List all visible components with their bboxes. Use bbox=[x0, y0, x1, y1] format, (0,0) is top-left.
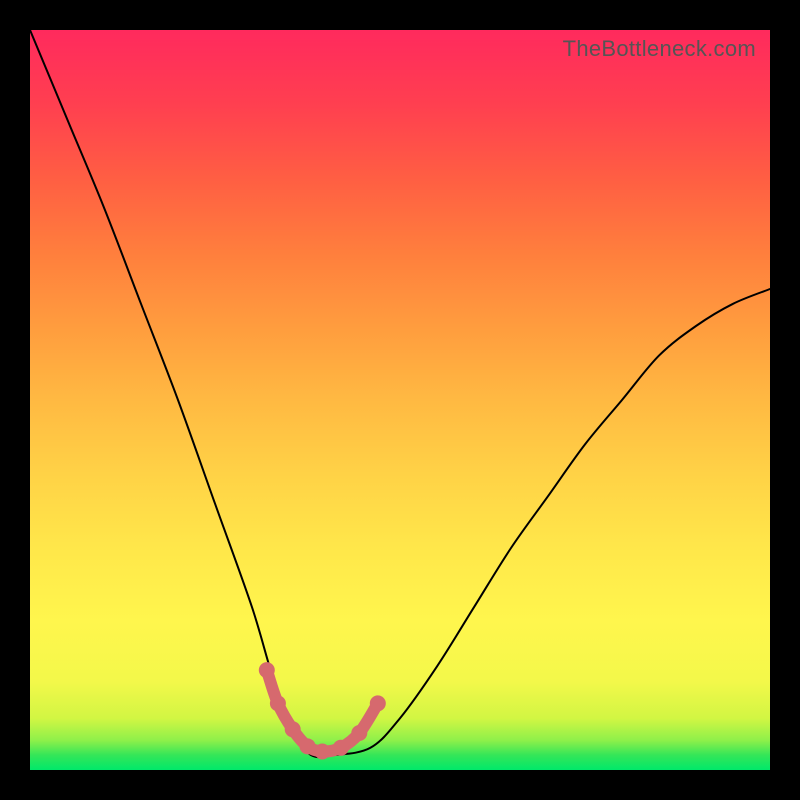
highlight-dot bbox=[270, 695, 286, 711]
highlight-dot bbox=[370, 695, 386, 711]
bottleneck-curve-path bbox=[30, 30, 770, 757]
highlight-dot bbox=[333, 740, 349, 756]
highlight-dot bbox=[285, 721, 301, 737]
highlight-dot bbox=[314, 744, 330, 760]
curve-svg bbox=[30, 30, 770, 770]
highlight-dot bbox=[300, 738, 316, 754]
chart-frame: TheBottleneck.com bbox=[0, 0, 800, 800]
highlight-dot bbox=[351, 725, 367, 741]
highlight-dot bbox=[259, 662, 275, 678]
plot-area: TheBottleneck.com bbox=[30, 30, 770, 770]
